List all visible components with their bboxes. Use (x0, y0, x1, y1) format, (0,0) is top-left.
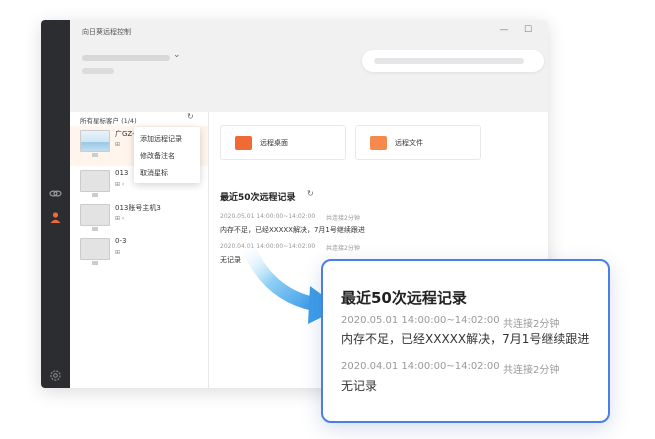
maximize-button[interactable]: ☐ (522, 25, 534, 35)
refresh-icon[interactable]: ↻ (187, 112, 194, 121)
device-name: 013 (115, 169, 129, 177)
callout-record-note: 无记录 (341, 379, 378, 393)
link-icon[interactable] (48, 186, 63, 201)
minimize-button[interactable]: — (498, 25, 510, 35)
device-item[interactable]: 0-3 ⊞ (70, 234, 208, 274)
windows-icon: ⊞ (115, 249, 121, 256)
record-time: 2020.05.01 14:00:00~14:02:00 (220, 213, 316, 220)
callout-record-duration: 共连接2分钟 (503, 365, 560, 376)
account-id-placeholder (82, 68, 114, 74)
callout-record-duration: 共连接2分钟 (503, 319, 560, 330)
monitor-icon (80, 130, 110, 157)
stage: 向日葵远程控制 — ☐ ✕ ⌄ 所有星标客户 (1/4) ↻ 广GZ-win10… (0, 0, 655, 439)
records-callout: 最近50次远程记录 2020.05.01 14:00:00~14:02:00 共… (321, 259, 610, 423)
contacts-icon[interactable] (48, 210, 63, 225)
close-button[interactable]: ✕ (547, 25, 548, 35)
monitor-icon (80, 204, 110, 231)
menu-item-add-record[interactable]: 添加远程记录 (140, 134, 182, 144)
monitor-icon (80, 170, 110, 197)
callout-record-time: 2020.04.01 14:00:00~14:02:00 (341, 361, 500, 372)
search-input[interactable] (362, 50, 544, 72)
monitor-icon (80, 238, 110, 265)
callout-record-note: 内存不足，已经XXXXX解决，7月1号继续跟进 (341, 332, 590, 346)
windows-icon: ⊞ ‹ (115, 181, 125, 188)
tile-label: 远程文件 (395, 139, 423, 147)
menu-item-unstar[interactable]: 取消星标 (140, 168, 168, 178)
windows-icon: ⊞ ‹ (115, 215, 125, 222)
context-menu: 添加远程记录 修改备注名 取消星标 (134, 127, 200, 183)
refresh-icon[interactable]: ↻ (307, 189, 314, 198)
account-name-placeholder[interactable] (82, 55, 170, 61)
tile-label: 远程桌面 (260, 139, 288, 147)
callout-record-time: 2020.05.01 14:00:00~14:02:00 (341, 315, 500, 326)
app-title: 向日葵远程控制 (82, 28, 131, 36)
remote-files-button[interactable]: 远程文件 (355, 125, 481, 160)
settings-gear-icon[interactable] (48, 368, 63, 383)
remote-desktop-icon (235, 136, 252, 150)
title-bar: 向日葵远程控制 — ☐ ✕ ⌄ (70, 20, 548, 112)
device-name: 013账号主机3 (115, 204, 161, 212)
chevron-down-icon[interactable]: ⌄ (173, 50, 181, 60)
records-title: 最近50次远程记录 (220, 193, 296, 203)
remote-desktop-button[interactable]: 远程桌面 (220, 125, 346, 160)
callout-title: 最近50次远程记录 (341, 289, 467, 307)
menu-item-rename[interactable]: 修改备注名 (140, 151, 175, 161)
windows-icon: ⊞ (115, 141, 121, 148)
device-list-header: 所有星标客户 (1/4) (80, 117, 137, 125)
icon-rail (41, 20, 70, 388)
device-name: 0-3 (115, 237, 127, 245)
folder-icon (370, 136, 387, 150)
record-duration: 共连接2分钟 (326, 215, 360, 222)
